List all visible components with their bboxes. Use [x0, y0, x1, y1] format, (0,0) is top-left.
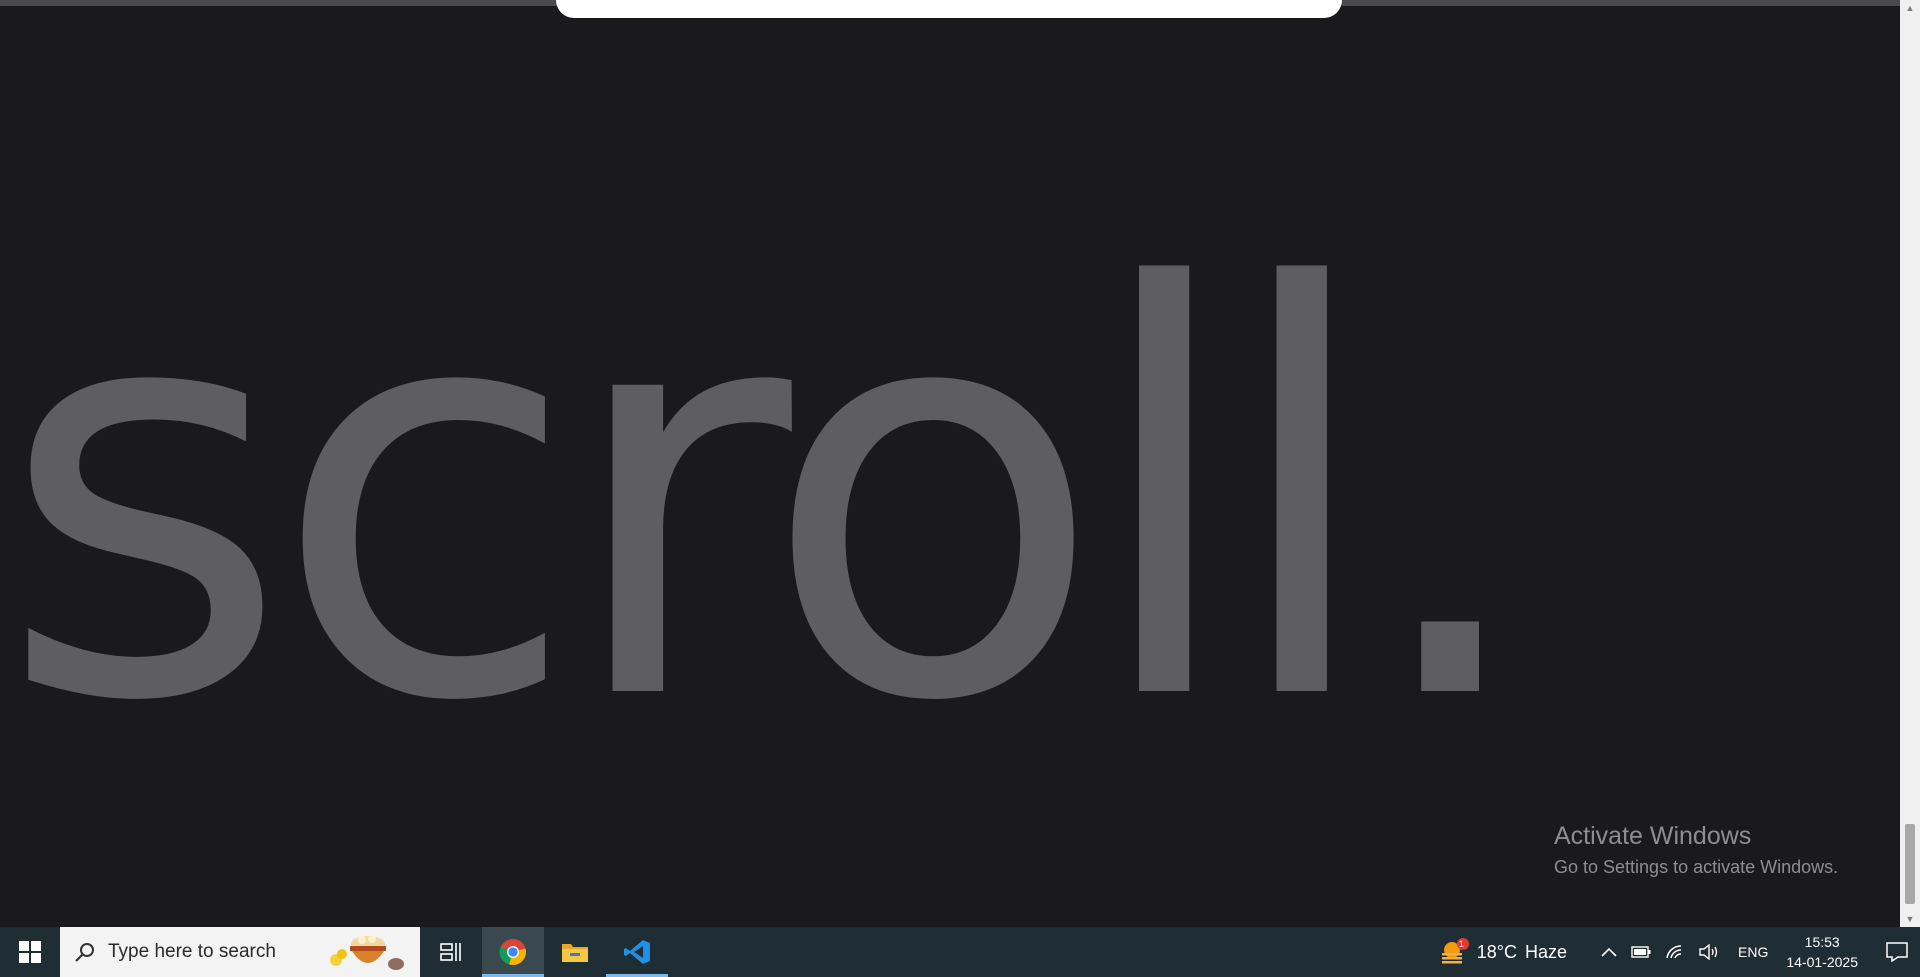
taskbar: Type here to search 1 18°C Haze ENG 15:5… — [0, 927, 1920, 977]
scroll-down-arrow-icon[interactable]: ▼ — [1900, 911, 1920, 927]
task-view-icon — [440, 943, 461, 961]
start-button[interactable] — [0, 927, 60, 977]
network-button[interactable] — [1665, 944, 1685, 960]
chrome-icon — [499, 939, 526, 966]
notification-icon — [1886, 942, 1908, 962]
weather-widget[interactable]: 1 18°C Haze — [1439, 938, 1587, 966]
taskbar-app-chrome[interactable] — [482, 927, 544, 977]
weather-condition: Haze — [1525, 941, 1568, 962]
battery-icon — [1631, 946, 1651, 958]
top-pill-element[interactable] — [556, 0, 1342, 18]
battery-button[interactable] — [1631, 946, 1651, 958]
vertical-scrollbar[interactable]: ▲ ▼ — [1900, 0, 1920, 927]
input-language-indicator[interactable]: ENG — [1738, 944, 1768, 960]
festival-pot-icon — [330, 935, 404, 970]
search-icon — [75, 943, 94, 962]
watermark-title: Activate Windows — [1554, 822, 1752, 850]
clock-time: 15:53 — [1804, 934, 1840, 950]
speaker-icon — [1699, 944, 1718, 960]
weather-temperature: 18°C — [1476, 941, 1517, 962]
watermark-subtitle: Go to Settings to activate Windows. — [1554, 857, 1839, 877]
scrollbar-thumb[interactable] — [1905, 824, 1915, 904]
weather-badge: 1 — [1458, 939, 1464, 949]
system-clock[interactable]: 15:53 14-01-2025 — [1786, 932, 1858, 972]
system-tray: 1 18°C Haze ENG 15:53 14-01-2025 — [1432, 927, 1920, 977]
activate-windows-watermark: Activate Windows Go to Settings to activ… — [1554, 822, 1838, 878]
search-placeholder: Type here to search — [108, 941, 276, 962]
windows-logo-icon — [19, 941, 41, 963]
taskbar-search-box[interactable]: Type here to search — [60, 927, 420, 977]
wifi-icon — [1666, 945, 1682, 959]
hero-scroll-text: scroll. — [0, 172, 1539, 824]
notification-center-button[interactable] — [1874, 942, 1920, 962]
scroll-up-arrow-icon[interactable]: ▲ — [1900, 0, 1920, 16]
taskbar-app-vscode[interactable] — [606, 927, 668, 977]
folder-icon — [562, 944, 588, 962]
taskbar-app-file-explorer[interactable] — [544, 927, 606, 977]
clock-date: 14-01-2025 — [1786, 954, 1858, 970]
volume-button[interactable] — [1699, 944, 1719, 960]
haze-weather-icon — [1441, 938, 1469, 964]
vscode-icon — [624, 940, 650, 964]
task-view-button[interactable] — [420, 927, 482, 977]
chevron-up-icon — [1601, 947, 1617, 957]
show-hidden-icons-button[interactable] — [1601, 947, 1617, 957]
